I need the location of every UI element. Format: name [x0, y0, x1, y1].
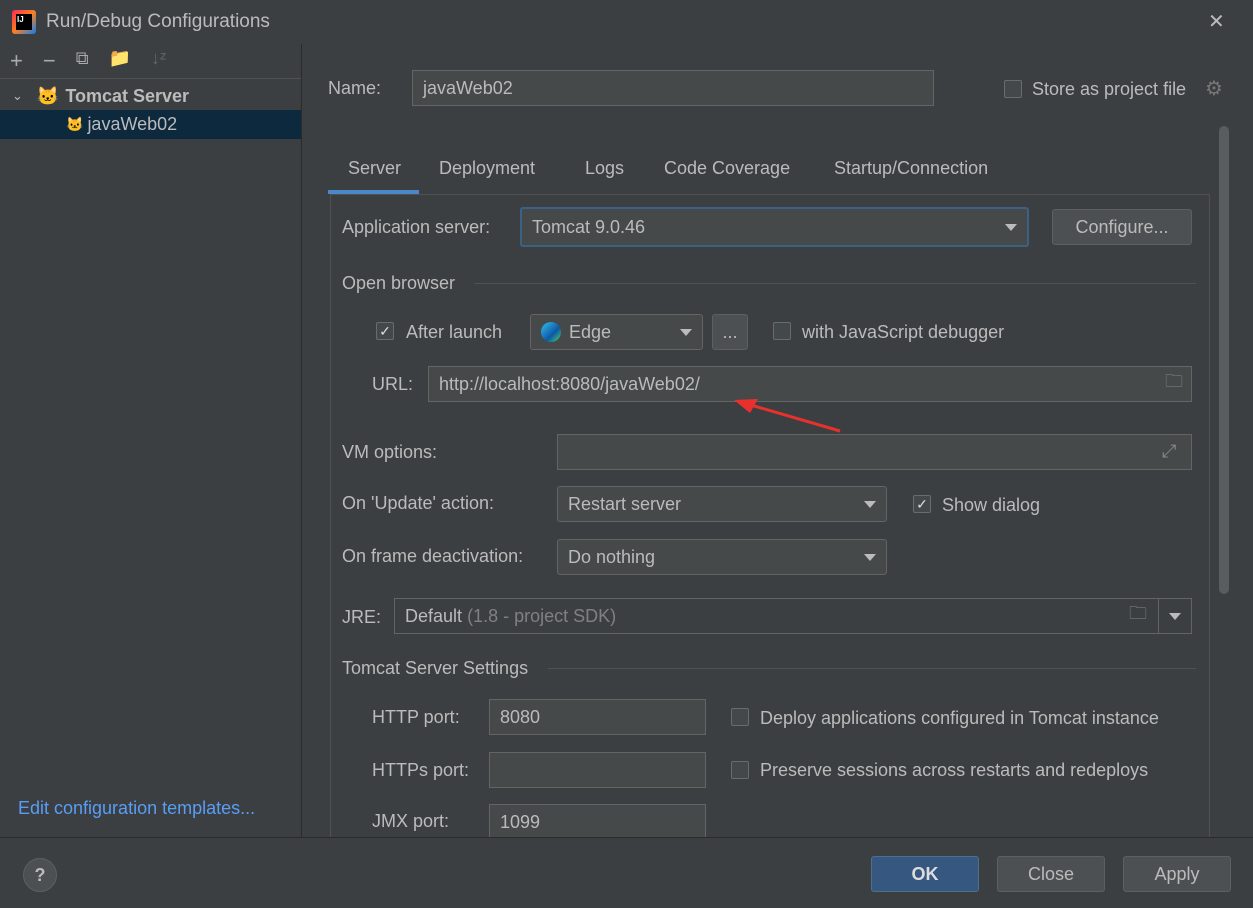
app-server-select[interactable]: Tomcat 9.0.46: [520, 207, 1029, 247]
tree-item-label: javaWeb02: [87, 114, 178, 134]
update-action-select[interactable]: Restart server: [557, 486, 887, 522]
expand-icon[interactable]: ⤢: [1162, 441, 1176, 462]
http-port-label: HTTP port:: [372, 707, 460, 727]
show-dialog-label: Show dialog: [942, 495, 1041, 515]
intellij-logo-icon: IJ: [12, 10, 36, 34]
update-action-label: On 'Update' action:: [342, 493, 494, 513]
gear-icon[interactable]: ⚙: [1205, 76, 1223, 101]
remove-icon[interactable]: −: [43, 48, 56, 76]
edge-icon: [541, 322, 561, 342]
close-button[interactable]: Close: [997, 856, 1105, 892]
edit-templates-link[interactable]: Edit configuration templates...: [18, 798, 255, 819]
jmx-port-input[interactable]: 1099: [489, 804, 706, 840]
name-input[interactable]: javaWeb02: [412, 70, 934, 106]
frame-deactivation-select[interactable]: Do nothing: [557, 539, 887, 575]
tree-group-label: Tomcat Server: [65, 85, 190, 106]
add-icon[interactable]: +: [10, 48, 23, 76]
folder-icon[interactable]: 🗀: [1165, 369, 1183, 399]
preserve-sessions-checkbox[interactable]: [731, 761, 749, 779]
store-project-label: Store as project file: [1032, 79, 1187, 99]
url-value: http://localhost:8080/javaWeb02/: [439, 373, 700, 394]
frame-deactivation-label: On frame deactivation:: [342, 546, 524, 566]
app-server-label: Application server:: [342, 217, 491, 237]
tree-group-tomcat[interactable]: ⌄ 🐱 Tomcat Server: [0, 82, 301, 110]
footer: ? OK Close Apply: [0, 837, 1253, 908]
sort-icon[interactable]: ↓ᶻ: [151, 48, 166, 76]
tree-item-javaweb02[interactable]: 🐱 javaWeb02: [0, 110, 301, 139]
tab-server[interactable]: Server: [348, 158, 401, 179]
tab-code-coverage[interactable]: Code Coverage: [664, 158, 790, 179]
show-dialog-checkbox[interactable]: ✓: [913, 495, 931, 513]
chevron-down-icon: [864, 501, 876, 508]
jmx-port-label: JMX port:: [372, 811, 450, 831]
open-browser-heading: Open browser: [342, 273, 456, 293]
sidebar: + − ⧉ 📁 ↓ᶻ ⌄ 🐱 Tomcat Server 🐱 javaWeb02…: [0, 44, 302, 837]
app-server-value: Tomcat 9.0.46: [532, 216, 646, 237]
sidebar-toolbar: + − ⧉ 📁 ↓ᶻ: [10, 48, 166, 76]
js-debugger-checkbox[interactable]: [773, 322, 791, 340]
http-port-input[interactable]: 8080: [489, 699, 706, 735]
tab-deployment[interactable]: Deployment: [439, 158, 535, 179]
chevron-down-icon: [864, 554, 876, 561]
browser-select[interactable]: Edge: [530, 314, 703, 350]
jre-label: JRE:: [342, 607, 382, 627]
tomcat-settings-heading: Tomcat Server Settings: [342, 658, 529, 678]
tab-startup-connection[interactable]: Startup/Connection: [834, 158, 988, 179]
deploy-apps-label: Deploy applications configured in Tomcat…: [760, 708, 1159, 728]
chevron-down-icon: [680, 329, 692, 336]
after-launch-label: After launch: [406, 322, 503, 342]
copy-icon[interactable]: ⧉: [76, 48, 89, 76]
tab-logs[interactable]: Logs: [585, 158, 624, 179]
chevron-down-icon[interactable]: ⌄: [12, 88, 23, 104]
js-debugger-label: with JavaScript debugger: [802, 322, 1005, 342]
frame-deactivation-value: Do nothing: [568, 546, 656, 567]
vm-options-input[interactable]: [557, 434, 1192, 470]
name-label: Name:: [328, 78, 382, 98]
tomcat-icon: 🐱: [66, 116, 84, 132]
ok-button[interactable]: OK: [871, 856, 979, 892]
help-button[interactable]: ?: [23, 858, 57, 892]
close-window-button[interactable]: ✕: [1208, 9, 1225, 34]
jre-select[interactable]: Default (1.8 - project SDK) 🗀: [394, 598, 1192, 634]
vm-options-label: VM options:: [342, 442, 438, 462]
after-launch-checkbox[interactable]: ✓: [376, 322, 394, 340]
jre-hint: (1.8 - project SDK): [467, 605, 617, 626]
scrollbar[interactable]: [1219, 126, 1229, 594]
https-port-label: HTTPs port:: [372, 760, 470, 780]
preserve-sessions-label: Preserve sessions across restarts and re…: [760, 760, 1149, 780]
https-port-input[interactable]: [489, 752, 706, 788]
title-bar: IJ Run/Debug Configurations ✕: [0, 0, 1253, 44]
window-title: Run/Debug Configurations: [46, 11, 270, 32]
deploy-apps-checkbox[interactable]: [731, 708, 749, 726]
folder-icon[interactable]: 🗀: [1129, 601, 1147, 631]
store-project-checkbox[interactable]: [1004, 80, 1022, 98]
browser-more-button[interactable]: ...: [712, 314, 748, 350]
url-label: URL:: [372, 374, 414, 394]
tomcat-icon: 🐱: [36, 85, 60, 106]
chevron-down-icon[interactable]: [1169, 613, 1181, 620]
update-action-value: Restart server: [568, 493, 682, 514]
configure-button[interactable]: Configure...: [1052, 209, 1192, 245]
new-folder-icon[interactable]: 📁: [109, 48, 131, 76]
apply-button[interactable]: Apply: [1123, 856, 1231, 892]
chevron-down-icon: [1005, 224, 1017, 231]
annotation-arrow: [734, 399, 841, 433]
browser-value: Edge: [569, 321, 612, 342]
jre-value: Default: [405, 605, 463, 626]
